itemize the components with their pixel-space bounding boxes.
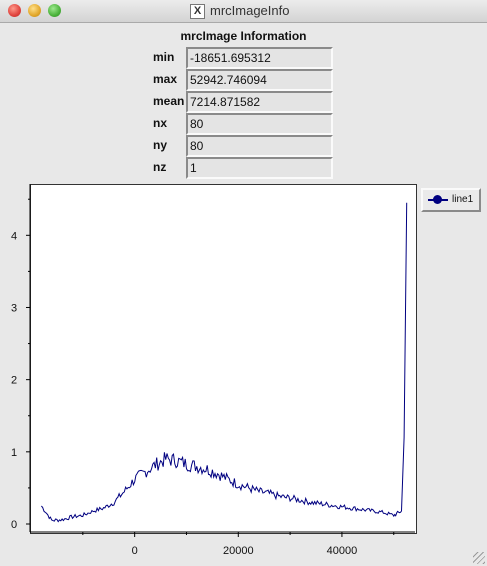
minimize-window-button[interactable]: [28, 4, 41, 17]
nx-field[interactable]: 80: [186, 113, 333, 135]
nz-field[interactable]: 1: [186, 157, 333, 179]
nx-row: nx 80: [0, 113, 487, 135]
y-tick-label: 4: [11, 230, 17, 242]
resize-grip-icon[interactable]: [473, 552, 485, 564]
mean-label: mean: [153, 94, 185, 108]
nz-row: nz 1: [0, 157, 487, 179]
mean-row: mean 7214.871582: [0, 91, 487, 113]
max-field[interactable]: 52942.746094: [186, 69, 333, 91]
zoom-window-button[interactable]: [48, 4, 61, 17]
x-tick-label: 40000: [327, 545, 358, 557]
y-tick-label: 2: [11, 375, 17, 387]
window-title: mrcImageInfo: [210, 3, 290, 18]
min-row: min -18651.695312: [0, 47, 487, 69]
close-window-button[interactable]: [8, 4, 21, 17]
info-heading: mrcImage Information: [180, 29, 307, 43]
ny-row: ny 80: [0, 135, 487, 157]
ny-label: ny: [153, 138, 168, 152]
min-label: min: [153, 50, 175, 64]
ny-field[interactable]: 80: [186, 135, 333, 157]
min-field[interactable]: -18651.695312: [186, 47, 333, 69]
y-tick-label: 1: [11, 447, 17, 459]
x-tick-label: 0: [132, 545, 138, 557]
mean-field[interactable]: 7214.871582: [186, 91, 333, 113]
legend-label: line1: [452, 194, 474, 205]
y-tick-label: 0: [11, 519, 17, 531]
nx-label: nx: [153, 116, 168, 130]
plot-area-frame: [30, 184, 417, 534]
chart-legend: line1: [421, 188, 481, 212]
title-bar: X mrcImageInfo: [0, 0, 487, 23]
max-label: max: [153, 72, 178, 86]
nz-label: nz: [153, 160, 167, 174]
x-tick-label: 20000: [223, 545, 254, 557]
legend-marker-icon: [433, 195, 442, 204]
x11-app-icon: X: [190, 4, 205, 19]
y-tick-label: 3: [11, 302, 17, 314]
max-row: max 52942.746094: [0, 69, 487, 91]
